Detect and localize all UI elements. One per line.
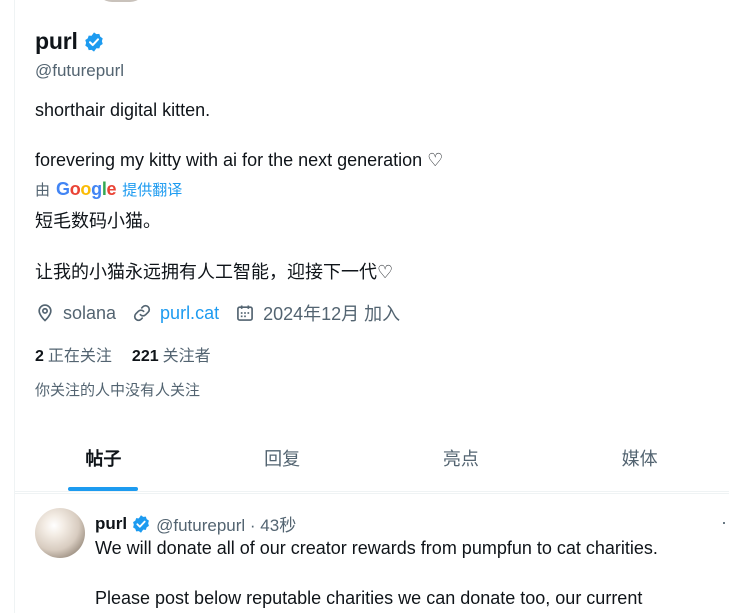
website-item[interactable]: purl.cat bbox=[132, 303, 219, 324]
joined-date: 2024年12月 加入 bbox=[263, 304, 401, 324]
tab-highlights-label: 亮点 bbox=[442, 448, 479, 469]
translate-link[interactable]: 提供翻译 bbox=[122, 179, 182, 200]
post-avatar[interactable] bbox=[35, 508, 85, 558]
profile-meta: solana purl.cat 2024年12月 加入 bbox=[35, 300, 416, 326]
tab-posts[interactable]: 帖子 bbox=[14, 424, 193, 491]
verified-badge-icon bbox=[133, 514, 150, 533]
translate-by-label: 由 bbox=[35, 182, 51, 199]
verified-badge-icon[interactable] bbox=[83, 31, 105, 53]
tab-replies[interactable]: 回复 bbox=[193, 424, 372, 491]
following-count: 2 bbox=[35, 348, 44, 365]
tab-media[interactable]: 媒体 bbox=[550, 424, 729, 491]
bio-line-2: forevering my kitty with ai for the next… bbox=[35, 150, 444, 170]
tab-highlights[interactable]: 亮点 bbox=[372, 424, 551, 491]
post-card[interactable]: purl @futurepurl · 43秒 · We will donate … bbox=[14, 493, 729, 613]
tab-posts-label: 帖子 bbox=[85, 448, 122, 469]
bio-line-1: shorthair digital kitten. bbox=[35, 100, 211, 120]
location-item: solana bbox=[35, 303, 116, 324]
active-tab-indicator bbox=[68, 487, 139, 491]
followers-count: 221 bbox=[131, 348, 159, 365]
post-author-handle[interactable]: @futurepurl · 43秒 bbox=[156, 511, 296, 536]
google-logo: Google bbox=[56, 179, 117, 199]
profile-avatar[interactable] bbox=[96, 0, 146, 2]
display-name: purl bbox=[35, 28, 78, 54]
profile-handle: @futurepurl bbox=[35, 61, 125, 80]
following-link[interactable]: 2 正在关注 bbox=[35, 342, 112, 366]
translated-bio-line-2: 让我的小猫永远拥有人工智能，迎接下一代♡ bbox=[35, 262, 394, 282]
followers-you-know: 你关注的人中没有人关注 bbox=[35, 382, 201, 399]
link-icon bbox=[133, 304, 151, 322]
location-pin-icon bbox=[38, 304, 52, 322]
post-header: purl @futurepurl · 43秒 bbox=[95, 511, 296, 536]
calendar-icon bbox=[237, 305, 253, 321]
following-label: 正在关注 bbox=[47, 348, 112, 365]
post-text-line-2: Please post below reputable charities we… bbox=[95, 588, 643, 608]
joined-item: 2024年12月 加入 bbox=[235, 300, 400, 326]
tab-replies-label: 回复 bbox=[264, 448, 301, 469]
follow-stats: 2 正在关注 221 关注者 bbox=[35, 342, 231, 366]
post-author-name[interactable]: purl bbox=[95, 514, 127, 534]
website-link[interactable]: purl.cat bbox=[160, 303, 219, 324]
translation-attribution: 由 Google 提供翻译 bbox=[35, 179, 182, 200]
more-options-icon[interactable]: · bbox=[721, 512, 727, 533]
tab-media-label: 媒体 bbox=[621, 448, 658, 469]
followers-link[interactable]: 221 关注者 bbox=[132, 342, 211, 366]
location-text: solana bbox=[63, 302, 117, 323]
post-text-line-1: We will donate all of our creator reward… bbox=[95, 538, 658, 558]
name-row: purl bbox=[35, 28, 105, 55]
followers-label: 关注者 bbox=[162, 348, 211, 365]
profile-tabs: 帖子 回复 亮点 媒体 bbox=[14, 424, 729, 492]
translated-bio-line-1: 短毛数码小猫。 bbox=[35, 211, 161, 231]
